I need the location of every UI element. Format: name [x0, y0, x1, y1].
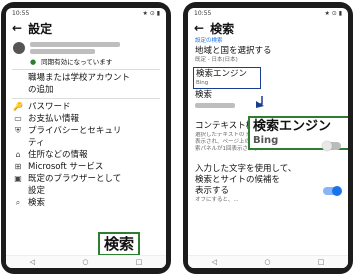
address-item[interactable]: ⌂ 住所などの情報 — [6, 149, 166, 161]
shield-icon: ⛨ — [15, 126, 21, 135]
payment-item[interactable]: ▭ お支払い情報 — [6, 113, 166, 125]
windows-icon: ⊞ — [14, 162, 22, 171]
search-engine-item[interactable]: 検索エンジン Bing — [193, 67, 261, 89]
privacy-label-2: ティ — [28, 138, 45, 148]
page-title: 設定 — [28, 21, 53, 36]
search-header: ← 検索 — [188, 18, 348, 38]
search-engine-label: 検索エンジン — [196, 69, 248, 79]
callout-engine-label: 検索エンジン — [253, 119, 332, 134]
input-suggest-toggle[interactable] — [323, 186, 342, 196]
region-item[interactable]: 地域と国を選択する 既定 - 日本(日本) — [188, 45, 348, 65]
nav-recents-icon[interactable]: □ — [136, 258, 143, 266]
default-browser-label-2: 設定 — [28, 186, 46, 196]
phone-settings: 10:55 ★ ⊙ ▮ ← 設定 ● 同期有効になっています 職場または学校アカ… — [1, 2, 171, 274]
status-bar: 10:55 ★ ⊙ ▮ — [188, 8, 348, 18]
sync-status-row: ● 同期有効になっています — [6, 58, 166, 67]
search-label: 検索 — [28, 198, 46, 208]
search-suggest-item[interactable]: 検索 — [188, 89, 348, 109]
android-nav-bar: ◁ ○ □ — [6, 255, 166, 268]
settings-header: ← 設定 — [6, 18, 166, 38]
back-arrow-icon[interactable]: ← — [194, 21, 204, 35]
avatar — [13, 42, 25, 54]
privacy-item-line2[interactable]: ティ — [6, 137, 166, 149]
account-row[interactable] — [6, 38, 166, 58]
sync-check-icon: ● — [30, 58, 37, 66]
phone-search-settings: 10:55 ★ ⊙ ▮ ← 検索 設定の検索 地域と国を選択する 既定 - 日本… — [183, 2, 353, 274]
nav-home-icon[interactable]: ○ — [264, 258, 270, 266]
add-work-account-item[interactable]: 職場または学校アカウント — [6, 72, 166, 84]
account-email-blurred — [30, 49, 95, 54]
address-label: 住所などの情報 — [28, 150, 88, 160]
privacy-item[interactable]: ⛨ プライバシーとセキュリ — [6, 125, 166, 137]
nav-back-icon[interactable]: ◁ — [212, 258, 217, 266]
browser-icon: ▣ — [14, 174, 22, 183]
input-suggest-label-2: 検索とサイトの候補を — [195, 175, 281, 185]
settings-screen: 10:55 ★ ⊙ ▮ ← 設定 ● 同期有効になっています 職場または学校アカ… — [6, 8, 166, 268]
password-label: パスワード — [28, 102, 71, 112]
card-icon: ▭ — [14, 114, 22, 123]
microsoft-services-item[interactable]: ⊞ Microsoft サービス — [6, 161, 166, 173]
home-icon: ⌂ — [15, 150, 21, 159]
password-item[interactable]: 🔑 パスワード — [6, 101, 166, 113]
status-time: 10:55 — [12, 9, 30, 17]
search-callout: 検索 — [98, 232, 141, 256]
page-title: 検索 — [210, 21, 235, 36]
input-suggest-desc: オフにすると、... — [195, 197, 239, 203]
input-suggest-label-3: 表示する — [195, 186, 230, 196]
privacy-label: プライバシーとセキュリ — [28, 126, 122, 136]
android-nav-bar: ◁ ○ □ — [188, 255, 348, 268]
divider — [12, 98, 160, 99]
default-browser-item-line2[interactable]: 設定 — [6, 185, 166, 197]
status-icons: ★ ⊙ ▮ — [142, 9, 160, 17]
region-sub: 既定 - 日本(日本) — [195, 57, 238, 63]
add-account-label: 職場または学校アカウント — [28, 73, 131, 83]
key-icon: 🔑 — [13, 102, 23, 111]
region-label: 地域と国を選択する — [195, 46, 272, 56]
sync-status-text: 同期有効になっています — [41, 58, 113, 66]
search-settings-screen: 10:55 ★ ⊙ ▮ ← 検索 設定の検索 地域と国を選択する 既定 - 日本… — [188, 8, 348, 268]
account-name-blurred — [30, 42, 121, 47]
status-bar: 10:55 ★ ⊙ ▮ — [6, 8, 166, 18]
nav-home-icon[interactable]: ○ — [82, 258, 88, 266]
default-browser-label: 既定のブラウザーとして — [28, 174, 122, 184]
status-icons: ★ ⊙ ▮ — [324, 9, 342, 17]
search-engine-sub: Bing — [196, 80, 209, 86]
search-icon: ⌕ — [15, 198, 21, 207]
input-suggest-item[interactable]: 入力した文字を使用して、 検索とサイトの候補を 表示する オフにすると、... — [188, 162, 348, 206]
input-suggest-label: 入力した文字を使用して、 — [195, 164, 297, 174]
suggest-desc-blurred — [195, 103, 235, 108]
microsoft-services-label: Microsoft サービス — [28, 162, 104, 172]
context-search-toggle[interactable] — [322, 141, 341, 151]
payment-label: お支払い情報 — [28, 114, 80, 124]
back-arrow-icon[interactable]: ← — [12, 21, 22, 35]
status-time: 10:55 — [194, 9, 212, 17]
add-work-account-item-line2[interactable]: の追加 — [6, 84, 166, 96]
section-label: 設定の検索 — [195, 38, 223, 44]
search-item[interactable]: ⌕ 検索 — [6, 197, 166, 209]
add-account-label-2: の追加 — [28, 85, 54, 95]
search-suggest-label: 検索 — [195, 90, 213, 100]
nav-recents-icon[interactable]: □ — [318, 258, 325, 266]
nav-back-icon[interactable]: ◁ — [30, 258, 35, 266]
default-browser-item[interactable]: ▣ 既定のブラウザーとして — [6, 173, 166, 185]
search-callout-text: 検索 — [104, 235, 135, 253]
divider — [12, 69, 160, 70]
